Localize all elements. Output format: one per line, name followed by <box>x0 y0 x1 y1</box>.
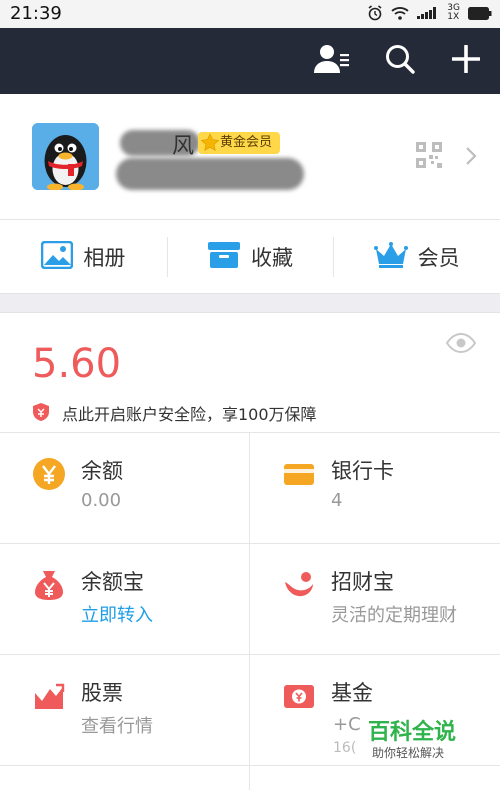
alarm-icon <box>367 5 383 21</box>
stocks-item[interactable]: 股票 查看行情 <box>0 655 250 766</box>
quick-action-favorites[interactable]: 收藏 <box>166 221 334 293</box>
crown-icon <box>373 241 408 273</box>
status-icons: 3G 1X <box>367 4 492 22</box>
chevron-right-icon[interactable] <box>464 146 478 170</box>
profile-card[interactable]: 风 黄金会员 <box>0 94 500 220</box>
balance-item[interactable]: 余额 0.00 <box>0 433 250 544</box>
top-bar <box>0 28 500 94</box>
add-button[interactable] <box>446 41 486 81</box>
penguin-avatar-icon <box>32 123 99 190</box>
quick-actions: 相册 收藏 会员 <box>0 221 500 293</box>
zhaocaibao-icon <box>282 568 316 602</box>
yuebao-item[interactable]: 余额宝 立即转入 <box>0 544 250 655</box>
bank-card-item[interactable]: 银行卡 4 <box>250 433 500 544</box>
account-redacted <box>116 158 304 190</box>
yuan-coin-icon <box>32 457 66 491</box>
stock-chart-icon <box>32 679 66 713</box>
vip-badge[interactable]: 黄金会员 <box>198 132 281 154</box>
wifi-icon <box>391 6 409 20</box>
search-icon <box>385 44 415 78</box>
zhaocaibao-item[interactable]: 招财宝 灵活的定期理财 <box>250 544 500 655</box>
signal-icon <box>417 7 439 19</box>
eye-icon[interactable] <box>445 332 477 357</box>
battery-icon <box>468 6 492 20</box>
qr-code-icon[interactable] <box>416 142 442 172</box>
insurance-promo[interactable]: 点此开启账户安全险，享100万保障 <box>62 401 317 425</box>
nickname-visible-part: 风 <box>172 134 195 159</box>
money-bag-icon <box>32 568 66 602</box>
section-divider <box>0 293 500 313</box>
status-time: 21:39 <box>10 3 62 24</box>
shield-icon <box>32 402 50 426</box>
contacts-button[interactable] <box>312 41 352 81</box>
wallet-balance[interactable]: 5.60 点此开启账户安全险，享100万保障 <box>0 313 500 433</box>
quick-action-album[interactable]: 相册 <box>0 221 167 293</box>
contacts-icon <box>314 44 350 78</box>
grid-next-row-left <box>0 766 250 790</box>
balance-amount: 5.60 <box>32 341 122 387</box>
watermark-title: 百科全说 <box>368 720 457 745</box>
fund-icon <box>282 679 316 713</box>
watermark-subtitle: 助你轻松解决 <box>372 746 445 760</box>
plus-icon <box>451 44 481 77</box>
quick-action-vip[interactable]: 会员 <box>333 221 500 293</box>
favorites-icon <box>207 241 241 273</box>
album-icon <box>41 240 74 273</box>
avatar[interactable] <box>32 123 99 190</box>
status-bar: 21:39 3G 1X <box>0 0 500 28</box>
search-button[interactable] <box>380 41 420 81</box>
bank-card-icon <box>282 457 316 491</box>
star-icon <box>200 133 220 161</box>
watermark: 百科全说 助你轻松解决 <box>352 712 460 762</box>
network-type: 3G 1X <box>447 3 460 22</box>
